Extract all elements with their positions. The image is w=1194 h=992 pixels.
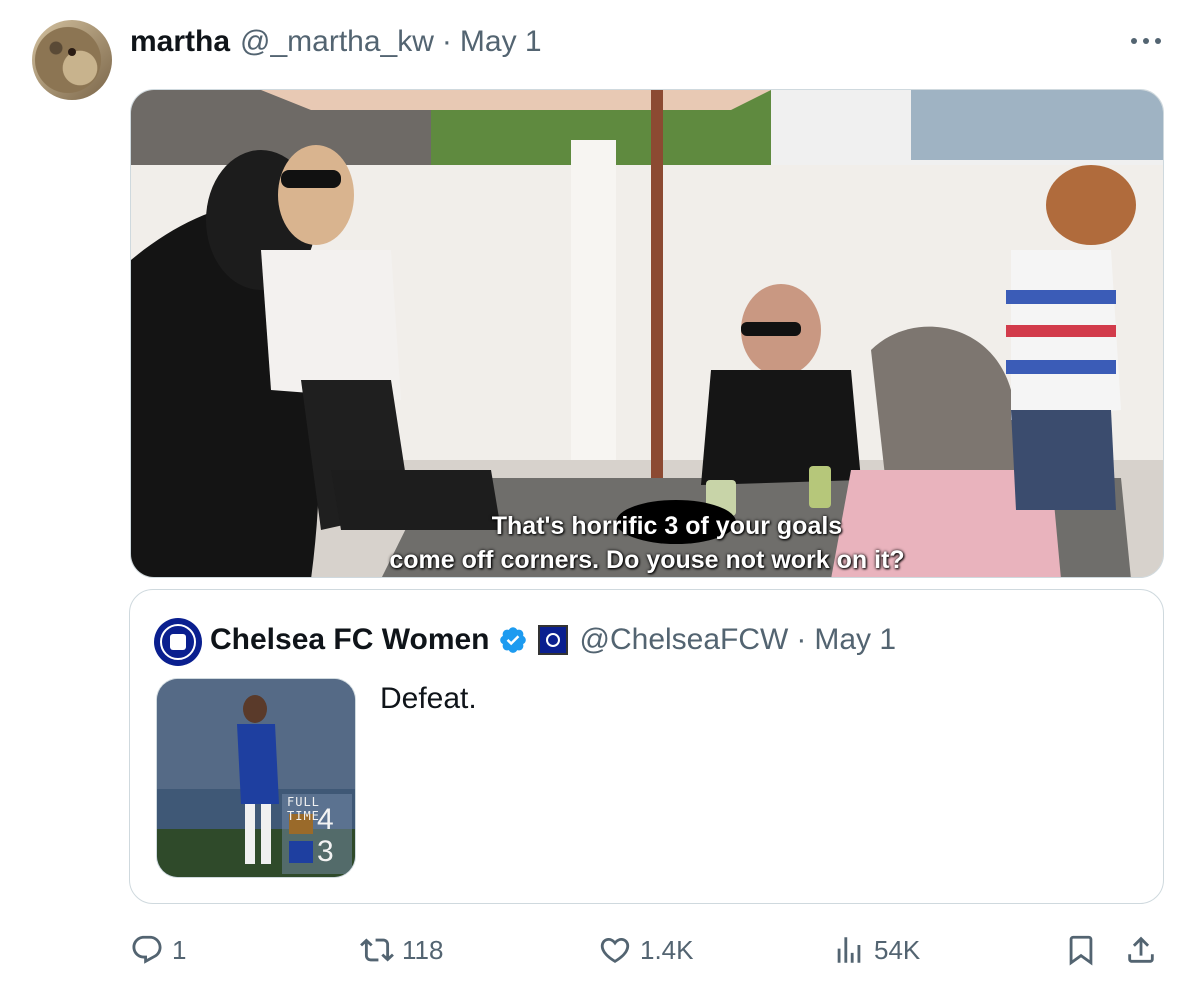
video-frame (131, 90, 1163, 577)
quoted-tweet-text: Defeat. (380, 682, 477, 715)
quoted-tweet[interactable]: Chelsea FC Women @ChelseaFCW · May 1 FUL… (129, 589, 1164, 904)
quoted-tweet-date[interactable]: May 1 (814, 623, 896, 657)
score-top: 4 (317, 803, 334, 836)
author-avatar[interactable] (32, 20, 112, 100)
retweet-count: 118 (402, 934, 444, 965)
quoted-author-name[interactable]: Chelsea FC Women (210, 623, 490, 657)
separator: · (441, 25, 452, 58)
author-name[interactable]: martha (130, 25, 230, 59)
chelsea-badge-icon (537, 625, 568, 655)
like-button[interactable]: 1.4K (598, 930, 694, 970)
video-caption-line2: come off corners. Do youse not work on i… (389, 546, 905, 574)
tweet-media-video[interactable]: That's horrific 3 of your goals come off… (130, 89, 1164, 578)
like-icon (600, 937, 630, 963)
author-handle[interactable]: @_martha_kw (240, 25, 434, 59)
bookmark-button[interactable] (1064, 930, 1098, 970)
views-icon (837, 937, 861, 963)
bookmark-icon (1069, 935, 1093, 966)
retweet-button[interactable]: 118 (360, 930, 443, 970)
tweet-header: martha @_martha_kw · May 1 (130, 24, 542, 60)
video-caption-line1: That's horrific 3 of your goals (491, 512, 843, 540)
tweet-actions: 1 118 1.4K 54K (0, 930, 1194, 970)
views-count: 54K (874, 934, 921, 965)
tweet-date[interactable]: May 1 (460, 25, 542, 59)
reply-count: 1 (172, 934, 187, 965)
views-button[interactable]: 54K (832, 930, 920, 970)
quoted-author-avatar[interactable] (154, 618, 202, 666)
share-icon (1128, 936, 1154, 963)
share-button[interactable] (1124, 930, 1158, 970)
more-icon[interactable] (1126, 30, 1166, 52)
reply-icon (132, 935, 162, 964)
separator: · (796, 623, 807, 656)
like-count: 1.4K (640, 934, 694, 965)
verified-icon (499, 627, 526, 653)
quoted-media-thumbnail[interactable]: FULL TIME 4 3 (156, 678, 356, 878)
quoted-author-handle[interactable]: @ChelseaFCW (580, 623, 789, 657)
reply-button[interactable]: 1 (130, 930, 186, 970)
retweet-icon (360, 938, 394, 962)
quoted-tweet-header: Chelsea FC Women @ChelseaFCW · May 1 (210, 618, 896, 662)
score-bottom: 3 (317, 835, 334, 868)
